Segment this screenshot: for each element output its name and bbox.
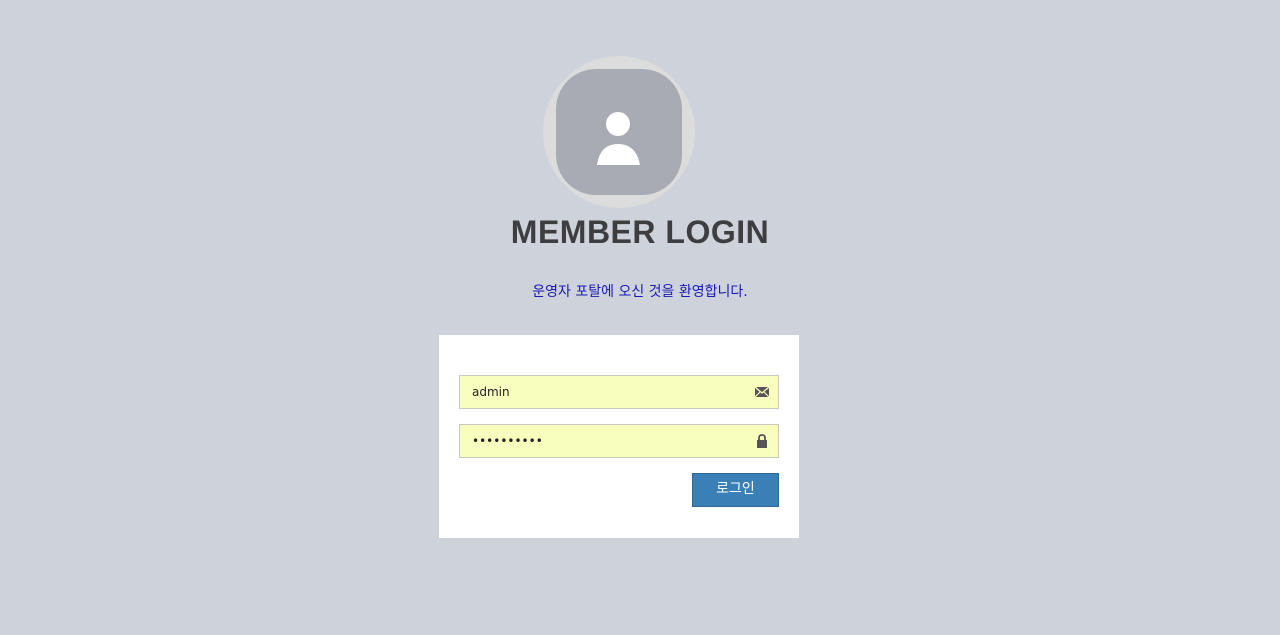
avatar — [556, 69, 682, 195]
page-title: MEMBER LOGIN — [510, 214, 770, 250]
username-field — [459, 375, 779, 409]
password-input[interactable] — [460, 425, 740, 457]
login-form: 로그인 — [439, 335, 799, 538]
login-page: MEMBER LOGIN 운영자 포탈에 오신 것을 환영합니다. 로그인 — [0, 0, 1280, 635]
avatar-ring — [543, 56, 695, 208]
login-button[interactable]: 로그인 — [692, 473, 779, 507]
password-field — [459, 424, 779, 458]
username-input[interactable] — [460, 376, 740, 408]
lock-icon — [757, 434, 767, 448]
user-icon — [597, 112, 640, 165]
welcome-message: 운영자 포탈에 오신 것을 환영합니다. — [532, 284, 748, 300]
envelope-icon — [754, 386, 770, 398]
